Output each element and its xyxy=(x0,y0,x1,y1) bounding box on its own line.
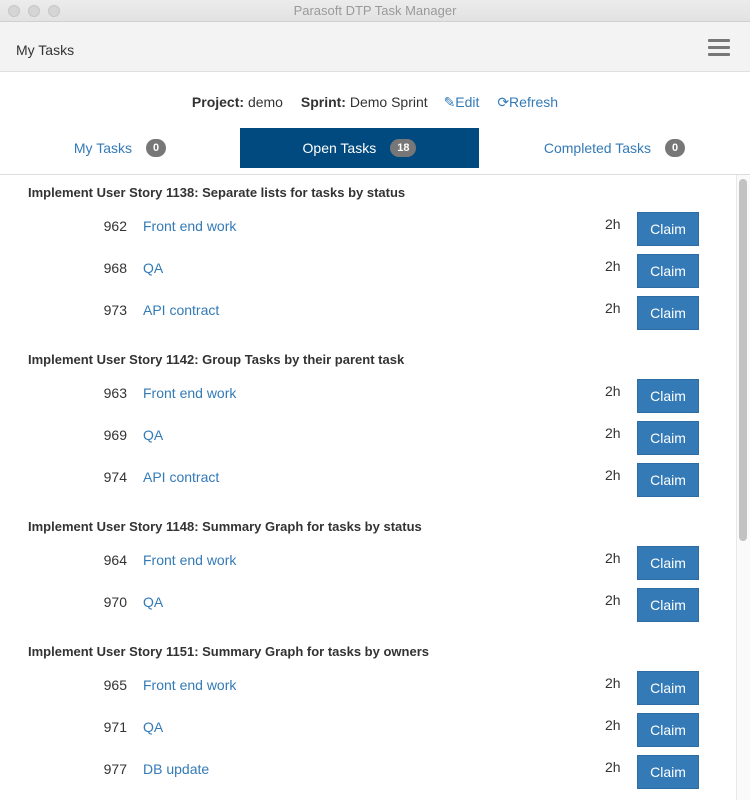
task-link[interactable]: QA xyxy=(143,594,163,610)
task-estimate: 2h xyxy=(605,216,621,232)
claim-button[interactable]: Claim xyxy=(637,254,699,288)
task-link[interactable]: Front end work xyxy=(143,677,236,693)
task-estimate: 2h xyxy=(605,425,621,441)
tab-completed-tasks[interactable]: Completed Tasks 0 xyxy=(479,128,750,168)
group-title: Implement User Story 1148: Summary Graph… xyxy=(28,519,422,534)
minimize-window-button[interactable] xyxy=(28,5,40,17)
task-row: 969 QA 2h Claim xyxy=(0,414,736,456)
claim-button[interactable]: Claim xyxy=(637,296,699,330)
task-id: 964 xyxy=(103,552,127,568)
task-estimate: 2h xyxy=(605,383,621,399)
task-estimate: 2h xyxy=(605,759,621,775)
task-group: Implement User Story 1142: Group Tasks b… xyxy=(0,342,736,498)
task-estimate: 2h xyxy=(605,675,621,691)
claim-button[interactable]: Claim xyxy=(637,463,699,497)
maximize-window-button[interactable] xyxy=(48,5,60,17)
task-id: 969 xyxy=(103,427,127,443)
task-row: 963 Front end work 2h Claim xyxy=(0,372,736,414)
group-title: Implement User Story 1138: Separate list… xyxy=(28,185,406,200)
task-link[interactable]: API contract xyxy=(143,469,219,485)
window-titlebar: Parasoft DTP Task Manager xyxy=(0,0,750,22)
task-id: 973 xyxy=(103,302,127,318)
tab-my-tasks[interactable]: My Tasks 0 xyxy=(0,128,240,168)
task-link[interactable]: QA xyxy=(143,260,163,276)
task-id: 974 xyxy=(103,469,127,485)
task-estimate: 2h xyxy=(605,717,621,733)
task-link[interactable]: Front end work xyxy=(143,385,236,401)
task-estimate: 2h xyxy=(605,467,621,483)
task-row: 977 DB update 2h Claim xyxy=(0,748,736,790)
task-id: 971 xyxy=(103,719,127,735)
task-link[interactable]: QA xyxy=(143,427,163,443)
group-title: Implement User Story 1142: Group Tasks b… xyxy=(28,352,405,367)
task-row: 968 QA 2h Claim xyxy=(0,247,736,289)
task-link[interactable]: Front end work xyxy=(143,552,236,568)
claim-button[interactable]: Claim xyxy=(637,713,699,747)
task-row: 970 QA 2h Claim xyxy=(0,581,736,623)
scrollbar[interactable] xyxy=(736,175,750,800)
task-estimate: 2h xyxy=(605,550,621,566)
task-group: Implement User Story 1138: Separate list… xyxy=(0,175,736,331)
claim-button[interactable]: Claim xyxy=(637,671,699,705)
scrollbar-thumb[interactable] xyxy=(739,179,747,541)
project-label: Project: xyxy=(191,94,245,110)
close-window-button[interactable] xyxy=(8,5,20,17)
task-link[interactable]: Front end work xyxy=(143,218,236,234)
project-info: Project: demo Sprint: Demo Sprint ✎Edit … xyxy=(0,94,750,111)
task-row: 974 API contract 2h Claim xyxy=(0,456,736,498)
task-link[interactable]: API contract xyxy=(143,302,219,318)
count-badge: 0 xyxy=(145,139,167,157)
task-row: 965 Front end work 2h Claim xyxy=(0,664,736,706)
pencil-icon: ✎ xyxy=(443,94,456,110)
claim-button[interactable]: Claim xyxy=(637,546,699,580)
task-estimate: 2h xyxy=(605,258,621,274)
task-link[interactable]: DB update xyxy=(143,761,209,777)
claim-button[interactable]: Claim xyxy=(637,212,699,246)
hamburger-icon[interactable] xyxy=(708,39,730,60)
task-link[interactable]: QA xyxy=(143,719,163,735)
task-row: 962 Front end work 2h Claim xyxy=(0,205,736,247)
claim-button[interactable]: Claim xyxy=(637,755,699,789)
sprint-value: Demo Sprint xyxy=(349,94,428,110)
edit-link[interactable]: ✎Edit xyxy=(444,94,480,110)
count-badge: 0 xyxy=(665,139,686,157)
task-id: 968 xyxy=(103,260,127,276)
navbar-brand[interactable]: My Tasks xyxy=(16,22,74,78)
navbar: My Tasks xyxy=(0,22,750,72)
task-estimate: 2h xyxy=(605,300,621,316)
claim-button[interactable]: Claim xyxy=(637,421,699,455)
task-row: 971 QA 2h Claim xyxy=(0,706,736,748)
sprint-label: Sprint: xyxy=(300,94,346,110)
task-id: 962 xyxy=(103,218,127,234)
task-tabs: My Tasks 0 Open Tasks 18 Completed Tasks 0 xyxy=(0,128,750,175)
task-row: 964 Front end work 2h Claim xyxy=(0,539,736,581)
claim-button[interactable]: Claim xyxy=(637,379,699,413)
task-list: Implement User Story 1138: Separate list… xyxy=(0,175,736,800)
task-row: 973 API contract 2h Claim xyxy=(0,289,736,331)
task-id: 963 xyxy=(103,385,127,401)
count-badge: 18 xyxy=(390,139,417,157)
refresh-link[interactable]: ⟳Refresh xyxy=(497,94,558,110)
task-id: 977 xyxy=(103,761,127,777)
task-id: 970 xyxy=(103,594,127,610)
tab-open-tasks[interactable]: Open Tasks 18 xyxy=(240,128,479,168)
task-id: 965 xyxy=(103,677,127,693)
task-group: Implement User Story 1151: Summary Graph… xyxy=(0,634,736,790)
window-title: Parasoft DTP Task Manager xyxy=(293,3,457,18)
project-value: demo xyxy=(247,94,283,110)
task-estimate: 2h xyxy=(605,592,621,608)
refresh-icon: ⟳ xyxy=(497,94,510,110)
task-group: Implement User Story 1148: Summary Graph… xyxy=(0,509,736,623)
claim-button[interactable]: Claim xyxy=(637,588,699,622)
group-title: Implement User Story 1151: Summary Graph… xyxy=(28,644,429,659)
